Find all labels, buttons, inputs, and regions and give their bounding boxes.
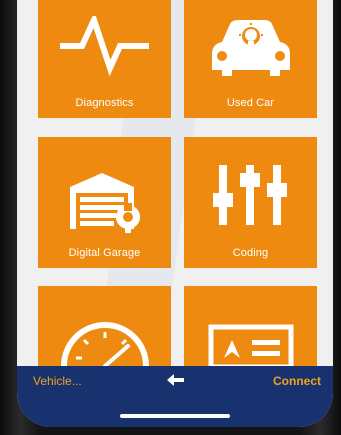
tile-coding[interactable]: Coding <box>184 137 317 268</box>
speedometer-icon <box>61 322 149 366</box>
phone-frame: Diagnostics Used Car Digital Garage Codi… <box>0 0 341 435</box>
tile-id-card[interactable] <box>184 286 317 366</box>
tile-label: Digital Garage <box>68 247 141 259</box>
tile-diagnostics[interactable]: Diagnostics <box>38 0 171 118</box>
car-lightbulb-icon <box>212 20 290 76</box>
sliders-icon <box>213 165 287 225</box>
bottom-toolbar: Vehicle... Connect <box>17 366 333 427</box>
home-indicator[interactable] <box>120 414 230 418</box>
vehicle-button[interactable]: Vehicle... <box>33 374 82 388</box>
tile-label: Used Car <box>226 97 275 109</box>
app-screen: Diagnostics Used Car Digital Garage Codi… <box>17 0 333 427</box>
tile-grid: Diagnostics Used Car Digital Garage Codi… <box>17 0 333 390</box>
tile-label: Diagnostics <box>75 97 134 109</box>
back-arrow-icon[interactable] <box>167 373 185 387</box>
id-card-icon <box>208 324 294 366</box>
tile-speedometer[interactable] <box>38 286 171 366</box>
garage-wrench-icon <box>70 173 140 233</box>
tile-used-car[interactable]: Used Car <box>184 0 317 118</box>
heartbeat-icon <box>60 16 149 76</box>
connect-button[interactable]: Connect <box>273 374 321 388</box>
tile-label: Coding <box>232 247 269 259</box>
tile-digital-garage[interactable]: Digital Garage <box>38 137 171 268</box>
